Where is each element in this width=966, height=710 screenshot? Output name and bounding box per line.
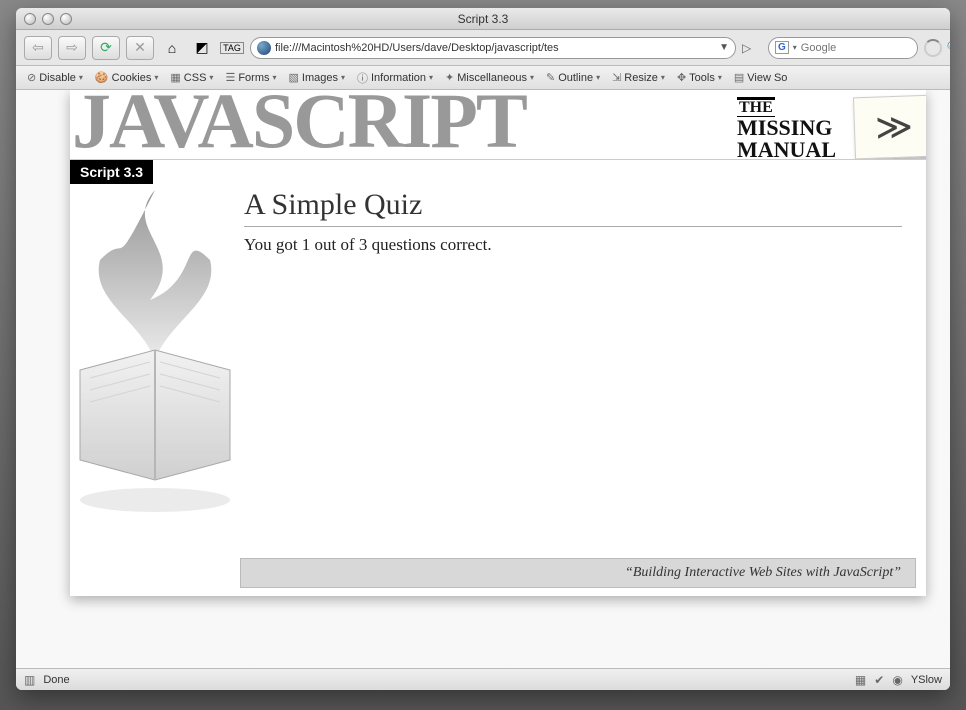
search-engine-dropdown-icon[interactable]: ▾ xyxy=(793,43,797,52)
quiz-result-text: You got 1 out of 3 questions correct. xyxy=(244,235,902,255)
missing-line2: MANUAL xyxy=(737,137,836,160)
statusbar-yslow-icon[interactable]: ◉ xyxy=(892,673,902,687)
chevron-down-icon: ▾ xyxy=(341,73,345,82)
chevron-down-icon: ▾ xyxy=(272,73,276,82)
delicious-icon[interactable]: ◩ xyxy=(190,36,214,60)
misc-icon: ✦ xyxy=(445,71,454,84)
url-bar[interactable]: file:///Macintosh%20HD/Users/dave/Deskto… xyxy=(250,37,736,59)
banner-title: JAVASCRIPT xyxy=(72,90,526,160)
chevron-down-icon: ▾ xyxy=(718,73,722,82)
chevron-down-icon: ▾ xyxy=(530,73,534,82)
disable-icon: ⊘ xyxy=(27,71,36,84)
sticky-note-next[interactable]: ≫ xyxy=(853,95,926,160)
search-input[interactable] xyxy=(801,42,943,54)
status-bar: ▥ Done ▦ ✔ ◉ YSlow xyxy=(16,668,950,690)
search-bar[interactable]: G ▾ 🔍 xyxy=(768,37,918,59)
devbar-cookies[interactable]: 🍪Cookies▾ xyxy=(90,71,163,84)
devbar-viewsource[interactable]: ▤View So xyxy=(729,71,793,84)
nav-toolbar: ⇦ ⇨ ⟳ ✕ ⌂ ◩ TAG file:///Macintosh%20HD/U… xyxy=(16,30,950,66)
tag-icon[interactable]: TAG xyxy=(220,36,244,60)
chevron-down-icon: ▾ xyxy=(209,73,213,82)
titlebar: Script 3.3 xyxy=(16,8,950,30)
yslow-label[interactable]: YSlow xyxy=(911,674,942,686)
tools-icon: ✥ xyxy=(677,71,686,84)
devbar-outline[interactable]: ✎Outline▾ xyxy=(541,71,605,84)
minimize-window-button[interactable] xyxy=(42,13,54,25)
page-footer: “Building Interactive Web Sites with Jav… xyxy=(240,558,916,588)
banner: JAVASCRIPT THE MISSING MANUAL ≫ xyxy=(70,90,926,160)
double-chevron-right-icon: ≫ xyxy=(874,105,913,148)
resize-icon: ⇲ xyxy=(612,71,621,84)
devbar-images[interactable]: ▧Images▾ xyxy=(284,71,351,84)
forward-button[interactable]: ⇨ xyxy=(58,36,86,60)
page-body: JAVASCRIPT THE MISSING MANUAL ≫ Script 3… xyxy=(70,90,926,596)
chevron-down-icon: ▾ xyxy=(429,73,433,82)
missing-the: THE xyxy=(737,97,775,117)
devbar-resize[interactable]: ⇲Resize▾ xyxy=(607,71,670,84)
webdev-toolbar: ⊘Disable▾ 🍪Cookies▾ ▦CSS▾ ☰Forms▾ ▧Image… xyxy=(16,66,950,90)
close-window-button[interactable] xyxy=(24,13,36,25)
throbber-icon xyxy=(924,39,942,57)
url-dropdown-icon[interactable]: ▼ xyxy=(719,42,729,53)
zoom-window-button[interactable] xyxy=(60,13,72,25)
info-icon: ⓘ xyxy=(357,70,368,86)
script-tag-label: Script 3.3 xyxy=(70,160,153,184)
chevron-down-icon: ▾ xyxy=(596,73,600,82)
devbar-css[interactable]: ▦CSS▾ xyxy=(165,71,218,84)
content-area: JAVASCRIPT THE MISSING MANUAL ≫ Script 3… xyxy=(16,90,950,668)
main-content: A Simple Quiz You got 1 out of 3 questio… xyxy=(244,180,902,546)
reload-button[interactable]: ⟳ xyxy=(92,36,120,60)
status-text: Done xyxy=(43,674,69,686)
statusbar-check-icon[interactable]: ✔ xyxy=(874,673,884,687)
cookies-icon: 🍪 xyxy=(95,71,109,84)
chevron-down-icon: ▾ xyxy=(154,73,158,82)
browser-window: Script 3.3 ⇦ ⇨ ⟳ ✕ ⌂ ◩ TAG file:///Macin… xyxy=(16,8,950,690)
traffic-lights xyxy=(24,13,72,25)
window-title: Script 3.3 xyxy=(16,12,950,26)
go-button[interactable]: ▷ xyxy=(742,41,762,55)
images-icon: ▧ xyxy=(289,71,299,84)
devbar-information[interactable]: ⓘInformation▾ xyxy=(352,70,438,86)
url-text: file:///Macintosh%20HD/Users/dave/Deskto… xyxy=(275,42,715,54)
book-flame-art xyxy=(60,190,250,520)
css-icon: ▦ xyxy=(170,71,180,84)
search-icon[interactable]: 🔍 xyxy=(947,41,950,54)
page-heading: A Simple Quiz xyxy=(244,180,902,227)
chevron-down-icon: ▾ xyxy=(79,73,83,82)
home-icon[interactable]: ⌂ xyxy=(160,36,184,60)
stop-button[interactable]: ✕ xyxy=(126,36,154,60)
footer-tagline: “Building Interactive Web Sites with Jav… xyxy=(625,565,901,581)
devbar-tools[interactable]: ✥Tools▾ xyxy=(672,71,727,84)
search-engine-icon[interactable]: G xyxy=(775,41,789,54)
missing-manual-block: THE MISSING MANUAL xyxy=(737,94,836,160)
devbar-misc[interactable]: ✦Miscellaneous▾ xyxy=(440,71,539,84)
devbar-forms[interactable]: ☰Forms▾ xyxy=(220,71,281,84)
chevron-down-icon: ▾ xyxy=(661,73,665,82)
devbar-disable[interactable]: ⊘Disable▾ xyxy=(22,71,88,84)
site-identity-icon xyxy=(257,41,271,55)
back-button[interactable]: ⇦ xyxy=(24,36,52,60)
viewsource-icon: ▤ xyxy=(734,71,744,84)
statusbar-noscript-icon[interactable]: ▦ xyxy=(855,673,866,687)
statusbar-panel-icon[interactable]: ▥ xyxy=(24,673,35,687)
outline-icon: ✎ xyxy=(546,71,555,84)
forms-icon: ☰ xyxy=(225,71,235,84)
